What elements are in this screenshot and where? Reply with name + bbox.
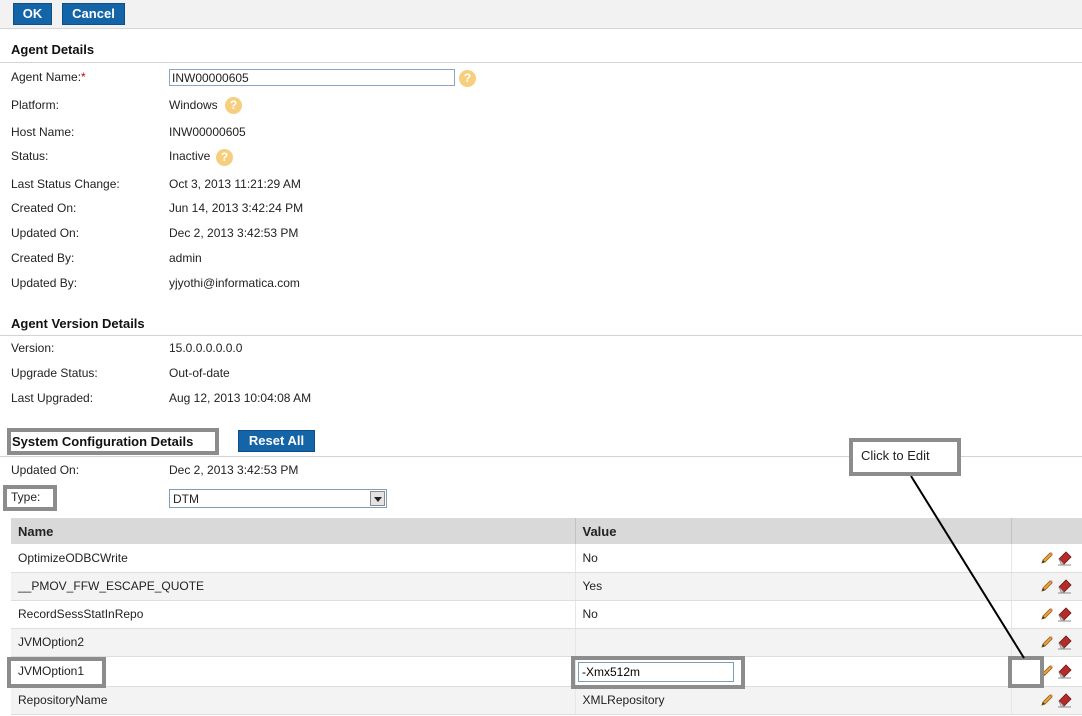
type-label: Type:	[11, 490, 41, 504]
upgrade-status-label: Upgrade Status:	[11, 366, 98, 380]
version-value: 15.0.0.0.0.0.0	[169, 341, 243, 355]
table-row: OptimizeODBCWrite No	[11, 544, 1082, 573]
highlight-edit-button	[1008, 656, 1044, 688]
eraser-icon[interactable]	[1056, 633, 1074, 651]
agent-details-title: Agent Details	[11, 42, 95, 57]
last-upgraded-value: Aug 12, 2013 10:04:08 AM	[169, 391, 312, 405]
created-by-label: Created By:	[11, 251, 75, 265]
host-name-label: Host Name:	[11, 125, 75, 139]
created-on-label: Created On:	[11, 201, 77, 215]
help-icon[interactable]: ?	[216, 149, 233, 166]
agent-name-input[interactable]	[169, 69, 455, 86]
pencil-icon[interactable]	[1038, 577, 1056, 595]
row-name: JVMOption2	[11, 628, 576, 657]
platform-value: Windows	[169, 98, 218, 112]
divider	[0, 62, 1082, 63]
row-actions	[1011, 686, 1082, 715]
last-upgraded-label: Last Upgraded:	[11, 391, 94, 405]
jvmoption1-value-input[interactable]	[578, 662, 734, 682]
cancel-button[interactable]: Cancel	[62, 3, 125, 25]
row-value: Yes	[575, 572, 1012, 601]
table-row: JVMOption2	[11, 628, 1082, 657]
agent-version-title: Agent Version Details	[11, 316, 145, 331]
table-row: RecordSessStatInRepo No	[11, 600, 1082, 629]
host-name-value: INW00000605	[169, 125, 246, 139]
updated-on-label: Updated On:	[11, 226, 80, 240]
config-table: Name Value OptimizeODBCWrite No __PMOV_FFW…	[11, 518, 1082, 715]
config-updated-on-label: Updated On:	[11, 463, 80, 477]
help-icon[interactable]: ?	[459, 70, 476, 87]
table-row: JVMOption1	[11, 656, 1082, 687]
upgrade-status-value: Out-of-date	[169, 366, 230, 380]
ok-button[interactable]: OK	[13, 3, 52, 25]
eraser-icon[interactable]	[1056, 691, 1074, 709]
row-name: __PMOV_FFW_ESCAPE_QUOTE	[11, 572, 576, 601]
row-actions	[1011, 628, 1082, 657]
eraser-icon[interactable]	[1056, 549, 1074, 567]
version-label: Version:	[11, 341, 55, 355]
created-on-value: Jun 14, 2013 3:42:24 PM	[169, 201, 304, 215]
toolbar	[0, 0, 1082, 29]
eraser-icon[interactable]	[1056, 605, 1074, 623]
row-actions	[1011, 572, 1082, 601]
table-header-row: Name Value	[11, 518, 1082, 544]
type-select-value: DTM	[173, 492, 199, 506]
table-row: __PMOV_FFW_ESCAPE_QUOTE Yes	[11, 572, 1082, 601]
row-value: No	[575, 600, 1012, 629]
row-actions	[1011, 544, 1082, 573]
eraser-icon[interactable]	[1056, 662, 1074, 680]
row-value: XMLRepository	[575, 686, 1012, 715]
updated-by-value: yjyothi@informatica.com	[169, 276, 300, 290]
reset-all-button[interactable]: Reset All	[238, 430, 315, 452]
required-marker: *	[81, 70, 86, 84]
column-header-name[interactable]: Name	[11, 518, 576, 544]
status-label: Status:	[11, 149, 49, 163]
column-header-actions	[1011, 518, 1082, 544]
highlight-jvmoption1-name	[7, 657, 106, 688]
divider	[0, 335, 1082, 336]
click-to-edit-callout: Click to Edit	[849, 438, 961, 476]
chevron-down-icon[interactable]	[370, 491, 385, 506]
platform-label: Platform:	[11, 98, 60, 112]
help-icon[interactable]: ?	[225, 97, 242, 114]
row-name: OptimizeODBCWrite	[11, 544, 576, 573]
pencil-icon[interactable]	[1038, 605, 1056, 623]
column-header-value[interactable]: Value	[575, 518, 1012, 544]
pencil-icon[interactable]	[1038, 633, 1056, 651]
pencil-icon[interactable]	[1038, 691, 1056, 709]
agent-name-label: Agent Name:*	[11, 70, 86, 84]
status-value: Inactive	[169, 149, 211, 163]
created-by-value: admin	[169, 251, 202, 265]
updated-on-value: Dec 2, 2013 3:42:53 PM	[169, 226, 299, 240]
type-select[interactable]: DTM	[169, 489, 387, 508]
last-status-change-label: Last Status Change:	[11, 177, 120, 191]
row-value	[575, 628, 1012, 657]
row-name: RecordSessStatInRepo	[11, 600, 576, 629]
table-row: RepositoryName XMLRepository	[11, 686, 1082, 715]
eraser-icon[interactable]	[1056, 577, 1074, 595]
row-actions	[1011, 600, 1082, 629]
row-name: RepositoryName	[11, 686, 576, 715]
pencil-icon[interactable]	[1038, 549, 1056, 567]
updated-by-label: Updated By:	[11, 276, 78, 290]
system-config-title: System Configuration Details	[12, 434, 194, 449]
config-updated-on-value: Dec 2, 2013 3:42:53 PM	[169, 463, 299, 477]
row-value: No	[575, 544, 1012, 573]
last-status-change-value: Oct 3, 2013 11:21:29 AM	[169, 177, 301, 191]
